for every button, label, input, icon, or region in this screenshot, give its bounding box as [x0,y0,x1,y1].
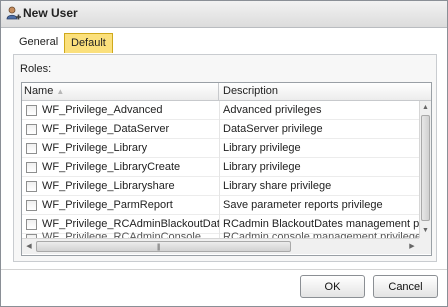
table-row[interactable]: WF_Privilege_Advanced Advanced privilege… [22,101,419,120]
role-name: WF_Privilege_Library [42,142,148,154]
role-name: WF_Privilege_Advanced [42,104,163,116]
row-checkbox[interactable] [26,124,37,135]
row-checkbox[interactable] [26,162,37,173]
roles-label: Roles: [20,63,52,75]
user-icon [6,5,22,21]
column-header-name-label: Name [24,85,54,97]
role-name: WF_Privilege_ParmReport [42,199,173,211]
table-row[interactable]: WF_Privilege_DataServer DataServer privi… [22,120,419,139]
table-row[interactable]: WF_Privilege_LibraryCreate Library privi… [22,158,419,177]
scrollbar-corner [419,238,431,254]
column-divider [219,139,220,158]
column-divider [219,215,220,234]
vertical-scroll-thumb[interactable] [421,115,430,221]
ok-button[interactable]: OK [300,275,365,298]
scroll-down-arrow-icon[interactable]: ▼ [421,225,430,237]
row-checkbox[interactable] [26,105,37,116]
scroll-left-arrow-icon[interactable]: ◀ [23,240,35,253]
column-divider [219,196,220,215]
grip-icon: ||| [157,244,161,251]
role-name: WF_Privilege_Libraryshare [42,180,175,192]
sort-arrow-icon: ▲ [56,87,65,96]
dialog-title: New User [23,6,78,20]
default-role-panel: Roles: Name ▲ Description WF_Privilege_Ad… [13,54,437,262]
column-divider [219,120,220,139]
row-checkbox[interactable] [26,219,37,230]
table-row[interactable]: WF_Privilege_Library Library privilege [22,139,419,158]
grid-rows: WF_Privilege_Advanced Advanced privilege… [22,101,419,238]
footer-divider [1,269,447,270]
role-name: WF_Privilege_RCAdminConsole [42,231,201,238]
row-checkbox[interactable] [26,200,37,211]
horizontal-scrollbar[interactable]: ◀ ||| ▶ [22,238,419,254]
vertical-scrollbar[interactable]: ▲ ▼ [419,101,431,238]
cancel-button[interactable]: Cancel [373,275,438,298]
column-header-description[interactable]: Description [220,83,420,100]
role-description: Library privilege [223,142,301,154]
horizontal-scroll-thumb[interactable]: ||| [36,241,291,252]
role-description: Advanced privileges [223,104,322,116]
scroll-up-arrow-icon[interactable]: ▲ [421,102,430,114]
table-row[interactable]: WF_Privilege_Libraryshare Library share … [22,177,419,196]
column-divider [219,158,220,177]
scroll-right-arrow-icon[interactable]: ▶ [406,240,418,253]
role-name: WF_Privilege_LibraryCreate [42,161,181,173]
row-checkbox[interactable] [26,181,37,192]
row-checkbox[interactable] [26,143,37,154]
grid-header: Name ▲ Description [22,83,431,101]
role-description: Library share privilege [223,180,332,192]
title-bar[interactable]: New User [1,1,447,28]
role-description: Save parameter reports privilege [223,199,383,211]
new-user-dialog: New User General Default Role Roles: Nam… [0,0,448,307]
tab-default-role[interactable]: Default Role [64,33,113,68]
table-row[interactable]: WF_Privilege_ParmReport Save parameter r… [22,196,419,215]
column-divider [219,177,220,196]
role-name: WF_Privilege_DataServer [42,123,170,135]
role-description: DataServer privilege [223,123,323,135]
roles-grid: Name ▲ Description WF_Privilege_Advanced … [21,82,432,256]
column-divider [219,101,220,120]
column-header-name[interactable]: Name ▲ [22,83,219,100]
tab-general[interactable]: General [13,33,64,52]
role-description: RCadmin console management privilege [223,231,419,238]
role-description: Library privilege [223,161,301,173]
